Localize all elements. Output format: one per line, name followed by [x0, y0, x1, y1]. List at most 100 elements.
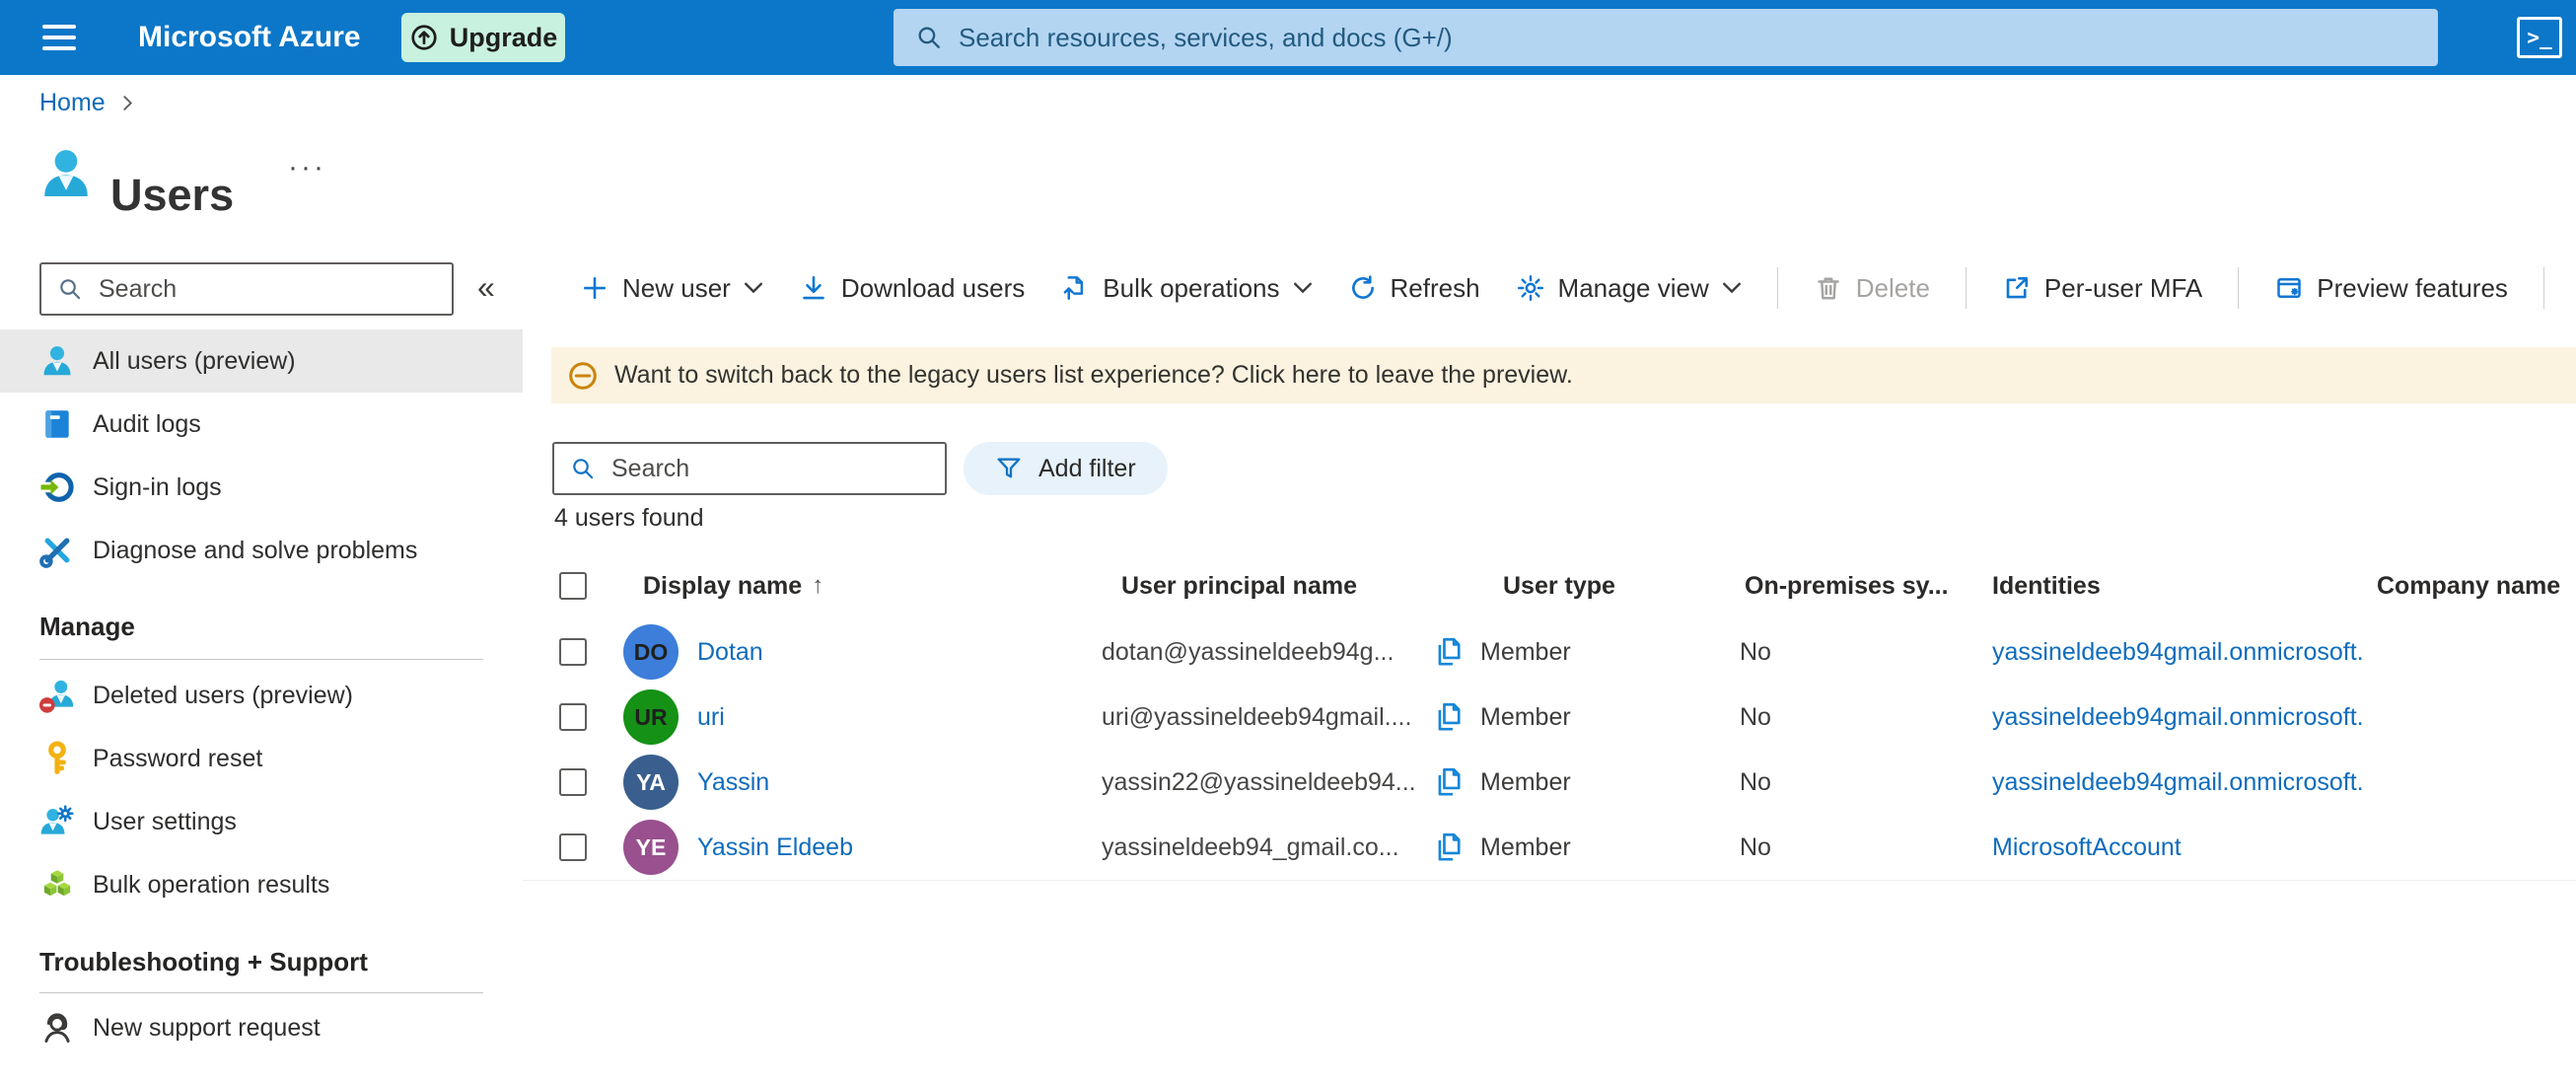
breadcrumb-home-link[interactable]: Home	[39, 89, 106, 117]
refresh-label: Refresh	[1390, 272, 1480, 303]
display-name-link[interactable]: Dotan	[697, 638, 763, 667]
sidebar-collapse-button[interactable]: «	[471, 268, 501, 307]
page-more-button[interactable]: ···	[282, 150, 332, 185]
avatar: YE	[623, 820, 679, 875]
row-checkbox[interactable]	[559, 703, 587, 731]
sidebar-item-new-support-request[interactable]: New support request	[0, 996, 523, 1059]
trash-icon	[1818, 277, 1839, 300]
toolbar-divider	[2238, 267, 2240, 309]
bulk-operations-icon	[1063, 276, 1084, 300]
identities-link[interactable]: yassineldeeb94gmail.onmicrosoft.	[1992, 768, 2364, 797]
sidebar-section-manage: Manage	[39, 612, 135, 641]
open-external-icon	[2006, 276, 2028, 299]
sidebar-item-user-settings[interactable]: User settings	[0, 790, 523, 853]
sidebar-item-all-users[interactable]: All users (preview)	[0, 329, 523, 393]
identities-link[interactable]: yassineldeeb94gmail.onmicrosoft.	[1992, 703, 2364, 732]
column-header-on-premises[interactable]: On-premises sy...	[1745, 552, 1949, 619]
cubes-icon	[43, 870, 71, 897]
add-filter-label: Add filter	[1038, 454, 1136, 482]
identities-link[interactable]: yassineldeeb94gmail.onmicrosoft.	[1992, 638, 2364, 667]
hamburger-icon	[42, 25, 76, 29]
sidebar-item-password-reset[interactable]: Password reset	[0, 727, 523, 790]
chevron-down-icon	[1722, 282, 1741, 294]
row-checkbox[interactable]	[559, 768, 587, 796]
delete-button[interactable]: Delete	[1814, 273, 1930, 304]
sidebar-item-bulk-results[interactable]: Bulk operation results	[0, 853, 523, 916]
column-header-company[interactable]: Company name	[2377, 552, 2560, 619]
refresh-button[interactable]: Refresh	[1348, 273, 1480, 304]
upgrade-arrow-icon	[411, 25, 437, 50]
sidebar-item-diagnose[interactable]: Diagnose and solve problems	[0, 519, 523, 582]
copy-icon[interactable]	[1432, 830, 1466, 865]
global-search-input[interactable]	[957, 21, 2243, 54]
brand-title[interactable]: Microsoft Azure	[138, 0, 361, 75]
per-user-mfa-button[interactable]: Per-user MFA	[2002, 273, 2202, 304]
on-premises-cell: No	[1740, 702, 1771, 731]
command-bar: New user Download users Bulk operations …	[552, 258, 2544, 318]
row-checkbox[interactable]	[559, 638, 587, 666]
new-user-button[interactable]: New user	[580, 273, 763, 304]
sidebar-item-label: All users (preview)	[93, 346, 296, 375]
download-users-button[interactable]: Download users	[799, 273, 1025, 304]
sign-in-icon	[39, 472, 74, 502]
preview-features-button[interactable]: Preview features	[2274, 273, 2508, 304]
results-count: 4 users found	[554, 504, 704, 532]
banner-message[interactable]: Want to switch back to the legacy users …	[614, 361, 1573, 390]
upgrade-button[interactable]: Upgrade	[401, 13, 565, 62]
row-checkbox[interactable]	[559, 833, 587, 861]
select-all-checkbox[interactable]	[559, 572, 587, 600]
chevron-right-icon	[123, 96, 132, 110]
column-header-display-name[interactable]: Display name ↑	[643, 552, 823, 619]
cloud-shell-button[interactable]: >_	[2517, 17, 2562, 58]
table-header: Display name ↑ User principal name User …	[523, 552, 2576, 620]
azure-portal: { "colors": { "accent": "#0078d4", "topb…	[0, 0, 2576, 1085]
identities-link[interactable]: MicrosoftAccount	[1992, 833, 2182, 862]
display-name-link[interactable]: Yassin Eldeeb	[697, 833, 853, 862]
sidebar-item-label: New support request	[93, 1013, 321, 1042]
hamburger-menu-button[interactable]	[28, 0, 91, 75]
upn-cell: dotan@yassineldeeb94g...	[1102, 637, 1395, 666]
table-row: YA Yassin yassin22@yassineldeeb94... Mem…	[523, 750, 2576, 816]
upgrade-label: Upgrade	[449, 22, 558, 52]
copy-icon[interactable]	[1432, 764, 1466, 800]
display-name-link[interactable]: uri	[697, 703, 725, 732]
new-user-label: New user	[622, 272, 731, 303]
sort-ascending-icon: ↑	[812, 572, 824, 599]
upn-cell: uri@yassineldeeb94gmail....	[1102, 702, 1412, 731]
user-list-search	[552, 442, 947, 495]
sidebar-item-sign-in-logs[interactable]: Sign-in logs	[0, 456, 523, 519]
bulk-operations-label: Bulk operations	[1103, 272, 1280, 303]
deleted-user-icon	[39, 680, 74, 713]
column-header-user-type[interactable]: User type	[1503, 552, 1615, 619]
sidebar-item-label: Bulk operation results	[93, 870, 330, 899]
user-list-search-input[interactable]	[609, 453, 909, 484]
copy-icon[interactable]	[1432, 699, 1466, 735]
search-icon	[918, 27, 940, 48]
user-type-cell: Member	[1480, 767, 1571, 796]
cloud-shell-icon: >_	[2527, 26, 2552, 49]
user-type-cell: Member	[1480, 637, 1571, 666]
users-page-icon	[44, 150, 88, 196]
preview-features-icon	[2277, 278, 2302, 298]
minus-circle-icon	[569, 361, 597, 390]
sidebar-item-audit-logs[interactable]: Audit logs	[0, 393, 523, 456]
on-premises-cell: No	[1740, 637, 1771, 666]
sidebar-search-input[interactable]	[97, 273, 426, 305]
filter-funnel-icon	[997, 458, 1021, 478]
audit-log-icon	[45, 410, 69, 438]
chevron-down-icon	[744, 282, 762, 294]
sidebar-item-deleted-users[interactable]: Deleted users (preview)	[0, 664, 523, 727]
manage-view-button[interactable]: Manage view	[1516, 273, 1742, 304]
avatar: DO	[623, 624, 679, 680]
bulk-operations-button[interactable]: Bulk operations	[1060, 273, 1312, 304]
add-filter-button[interactable]: Add filter	[964, 442, 1168, 495]
copy-icon[interactable]	[1432, 634, 1466, 670]
on-premises-cell: No	[1740, 767, 1771, 796]
search-icon	[573, 459, 594, 479]
column-header-upn[interactable]: User principal name	[1121, 552, 1357, 619]
sidebar-item-label: User settings	[93, 807, 237, 835]
column-header-identities[interactable]: Identities	[1992, 552, 2101, 619]
search-icon	[60, 279, 81, 300]
display-name-link[interactable]: Yassin	[697, 768, 769, 797]
manage-view-label: Manage view	[1557, 272, 1709, 303]
